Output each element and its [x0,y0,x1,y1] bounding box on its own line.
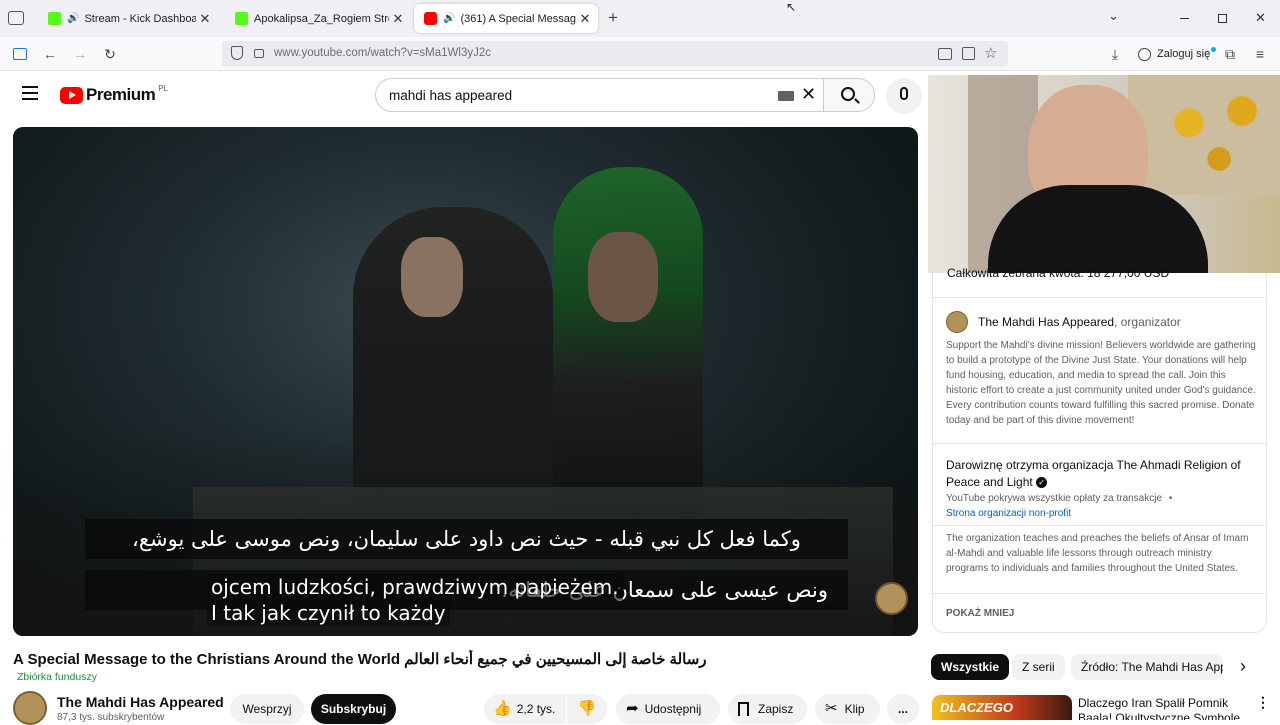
tab-kick-dashboard[interactable]: 🔊 Stream - Kick Dashboard ✕ [38,4,218,33]
downloads-icon[interactable]: ⤓ [1105,44,1125,64]
recommendation-menu-icon[interactable]: ⋮ [1256,694,1270,711]
fundraiser-tag[interactable]: Zbiórka funduszy [17,671,97,683]
total-raised-text: Całkowita zebrana kwota: 18 277,00 USD [947,267,1170,279]
fundraiser-description: Support the Mahdi's divine mission! Beli… [946,340,1256,426]
fundraiser-panel: Całkowita zebrana kwota: 18 277,00 USD T… [932,267,1267,633]
chip-from-source[interactable]: Źródło: The Mahdi Has Appeared [1071,654,1223,680]
subscriber-count: 87,3 tys. subskrybentów [57,712,165,723]
save-to-pocket-icon[interactable] [962,47,975,60]
tab-label: (361) A Special Message to [460,12,576,25]
account-icon [1138,47,1151,61]
speaker-icon: 🔊 [443,13,456,24]
login-button[interactable]: Zaloguj się [1138,44,1217,64]
thumbnail-text: DLACZEGO [940,700,1013,715]
close-window-icon[interactable]: ✕ [1255,10,1266,26]
keyboard-icon[interactable] [778,91,794,101]
subtitle-polish-line-2: I tak jak czynił to każdy [207,600,450,626]
green-turban-figure [553,167,703,527]
search-query: mahdi has appeared [389,88,513,103]
chips-next-chevron-icon[interactable]: › [1240,656,1246,677]
kick-favicon-icon [235,12,248,25]
organization-description: The organization teaches and preaches th… [946,533,1249,574]
url-text: www.youtube.com/watch?v=sMa1Wl3yJ2c [274,47,491,59]
close-tab-icon[interactable]: ✕ [196,11,214,27]
sunflower-painting [1128,75,1280,195]
close-tab-icon[interactable]: ✕ [576,11,594,27]
bookmark-icon [738,702,749,716]
kick-favicon-icon [48,12,61,25]
video-title: A Special Message to the Christians Arou… [13,651,707,668]
notification-dot-icon [1211,46,1217,52]
youtube-play-logo-icon [60,86,83,104]
youtube-header: Premium PL mahdi has appeared ✕ [0,72,928,118]
forward-arrow-icon[interactable]: → [70,44,90,64]
tab-youtube-video[interactable]: 🔊 (361) A Special Message to ✕ [414,4,598,33]
youtube-logo[interactable]: Premium PL [60,83,169,105]
subtitle-arabic-line-1: وكما فعل كل نبي قبله - حيث نص داود على س… [85,519,848,559]
fees-line: YouTube pokrywa wszystkie opłaty za tran… [946,491,1172,506]
extensions-icon[interactable]: ⧉ [1220,44,1240,64]
microphone-icon [900,87,908,100]
webcam-overlay [928,75,1280,273]
show-less-button[interactable]: POKAŻ MNIEJ [946,608,1014,619]
bookmark-star-icon[interactable]: ☆ [984,44,997,62]
subtitle-polish-line-1: ojcem ludzkości, prawdziwym papieżem. [207,574,623,600]
tab-label: Apokalipsa_Za_Rogiem Stream [254,12,389,25]
donation-heading-text: Darowiznę otrzyma organizacja The Ahmadi… [946,458,1241,489]
video-player[interactable]: وكما فعل كل نبي قبله - حيث نص داود على س… [13,127,918,636]
voice-search-button[interactable] [886,78,922,114]
search-input[interactable]: mahdi has appeared ✕ [375,78,823,112]
donation-recipient-heading: Darowiznę otrzyma organizacja The Ahmadi… [946,457,1246,491]
new-tab-plus-icon[interactable]: + [608,8,618,28]
back-arrow-icon[interactable]: ← [40,44,60,64]
close-tab-icon[interactable]: ✕ [389,11,407,27]
channel-name[interactable]: The Mahdi Has Appeared [57,694,224,710]
chip-from-series[interactable]: Z serii [1012,654,1065,680]
browser-tab-bar: 🔊 Stream - Kick Dashboard ✕ Apokalipsa_Z… [0,0,1280,37]
tab-list-icon[interactable] [8,11,24,25]
login-label: Zaloguj się [1157,48,1211,60]
clear-search-icon[interactable]: ✕ [801,84,816,105]
organizer-avatar[interactable] [946,311,968,333]
sidebar-toggle-icon[interactable] [10,44,30,64]
minimize-window-icon[interactable] [1180,18,1189,19]
organizer-line: The Mahdi Has Appeared, organizator [978,315,1181,329]
app-menu-icon[interactable]: ≡ [1250,44,1270,64]
nonprofit-link[interactable]: Strona organizacji non-profit [946,506,1071,521]
address-bar[interactable]: www.youtube.com/watch?v=sMa1Wl3yJ2c ☆ [222,41,1008,67]
fees-separator: • [1168,493,1173,504]
picture-in-picture-icon[interactable] [938,48,952,60]
chip-all[interactable]: Wszystkie [931,654,1010,680]
fees-text: YouTube pokrywa wszystkie opłaty za tran… [946,493,1163,504]
browser-nav-bar: ← → ↻ www.youtube.com/watch?v=sMa1Wl3yJ2… [0,37,1280,71]
reload-icon[interactable]: ↻ [100,44,120,64]
search-button[interactable] [823,78,875,112]
logo-text: Premium [86,85,156,104]
channel-watermark-icon[interactable] [875,582,908,615]
restore-window-icon[interactable] [1218,14,1227,23]
tab-overflow-chevron-icon[interactable]: ⌄ [1108,8,1119,24]
organizer-role: , organizator [1114,315,1181,329]
youtube-favicon-icon [424,12,437,25]
organizer-name[interactable]: The Mahdi Has Appeared [978,315,1114,329]
speaker-icon: 🔊 [67,13,80,24]
tab-apokalipsa-stream[interactable]: Apokalipsa_Za_Rogiem Stream ✕ [225,4,411,33]
logo-region: PL [158,83,169,93]
tab-label: Stream - Kick Dashboard [84,12,196,25]
recommendation-title[interactable]: Dlaczego Iran Spalił Pomnik Baala! Okult… [1078,696,1248,720]
shield-icon[interactable] [231,46,243,60]
guide-menu-icon[interactable] [22,86,38,100]
lock-icon[interactable] [254,49,264,58]
verified-check-icon: ✓ [1036,477,1048,489]
recommendation-thumbnail[interactable]: DLACZEGO [932,695,1072,720]
mouse-cursor-icon: ↖ [786,0,797,14]
